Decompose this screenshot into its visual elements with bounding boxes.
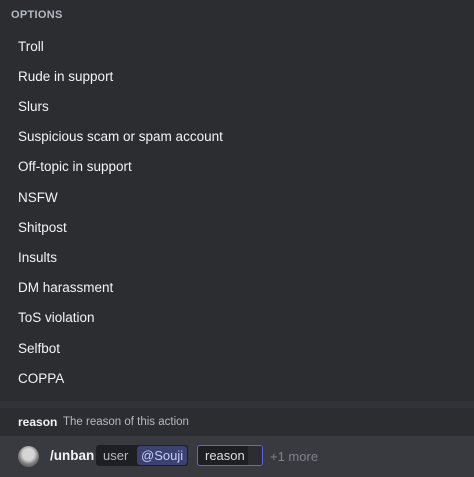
- option-item[interactable]: Rude in support: [0, 61, 474, 91]
- option-label: NSFW: [18, 189, 58, 205]
- reason-input-caret[interactable]: [248, 446, 262, 465]
- option-label: Rude in support: [18, 68, 114, 84]
- parameter-hint: reason The reason of this action: [0, 408, 474, 436]
- options-header: OPTIONS: [11, 9, 63, 21]
- option-label: Slurs: [18, 98, 49, 114]
- option-item[interactable]: DM harassment: [0, 273, 474, 303]
- option-label: Troll: [18, 38, 44, 54]
- option-label: Off-topic in support: [18, 159, 132, 175]
- user-mention[interactable]: @Souji: [137, 446, 188, 465]
- option-item[interactable]: Shitpost: [0, 212, 474, 242]
- reason-parameter-label: reason: [205, 448, 245, 463]
- option-item[interactable]: Selfbot: [0, 333, 474, 363]
- option-label: COPPA: [18, 370, 65, 386]
- option-label: Selfbot: [18, 340, 61, 356]
- option-item[interactable]: Suspicious scam or spam account: [0, 122, 474, 152]
- user-avatar-icon: [18, 446, 39, 467]
- option-label: Suspicious scam or spam account: [18, 129, 223, 145]
- option-item[interactable]: Insults: [0, 242, 474, 272]
- parameter-name: reason: [18, 415, 58, 429]
- more-options-link[interactable]: +1 more: [270, 449, 318, 464]
- option-label: Shitpost: [18, 219, 67, 235]
- user-parameter-label: user: [103, 448, 129, 463]
- divider: [0, 401, 474, 408]
- parameter-description: The reason of this action: [63, 416, 189, 428]
- option-item[interactable]: Off-topic in support: [0, 152, 474, 182]
- option-item[interactable]: NSFW: [0, 182, 474, 212]
- user-parameter-chip[interactable]: user @Souji: [96, 445, 188, 466]
- option-item[interactable]: COPPA: [0, 363, 474, 393]
- option-item[interactable]: ToS violation: [0, 303, 474, 333]
- option-item[interactable]: Troll: [0, 31, 474, 61]
- option-label: Insults: [18, 249, 58, 265]
- option-item[interactable]: Slurs: [0, 91, 474, 121]
- command-name[interactable]: /unban: [50, 448, 94, 463]
- option-label: ToS violation: [18, 310, 95, 326]
- autocomplete-popup: OPTIONS Troll Rude in support Slurs Suspici…: [0, 0, 474, 401]
- reason-parameter-chip[interactable]: reason: [197, 445, 263, 466]
- option-label: DM harassment: [18, 280, 114, 296]
